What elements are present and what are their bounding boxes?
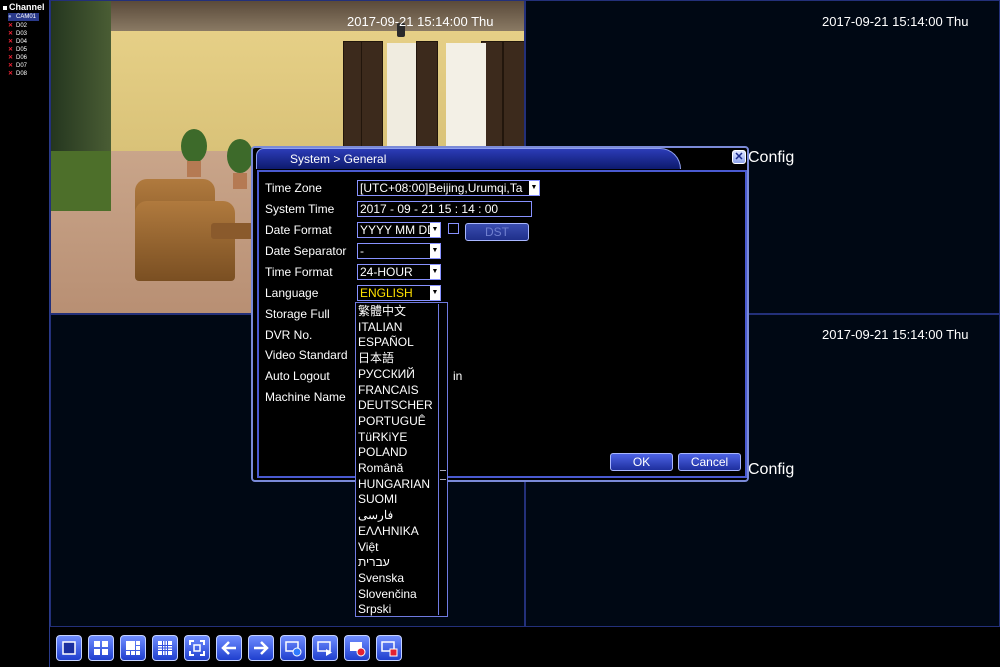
dst-checkbox[interactable] <box>448 223 459 234</box>
chevron-down-icon: ▼ <box>529 181 539 195</box>
pane-status-text: Config <box>748 149 795 166</box>
camera-online-icon: ● <box>8 14 12 20</box>
channel-item-d06[interactable]: ✕ D06 <box>8 54 27 62</box>
channel-square-icon <box>3 5 7 10</box>
channel-item-d05[interactable]: ✕ D05 <box>8 46 27 54</box>
channel-offline-icon: ✕ <box>8 63 14 69</box>
language-option[interactable]: ESPAÑOL <box>358 335 436 351</box>
quad-view-icon[interactable] <box>88 635 114 661</box>
language-option[interactable]: HUNGARIAN <box>358 477 436 493</box>
language-label: Language <box>265 286 319 300</box>
dialog-body: Time Zone [UTC+08:00]Beijing,Urumqi,Ta ▼… <box>257 170 747 478</box>
channel-item-d02[interactable]: ✕ D02 <box>8 22 27 30</box>
machine-name-label: Machine Name <box>265 390 346 404</box>
language-option[interactable]: РУССКИЙ <box>358 367 436 383</box>
channel-offline-icon: ✕ <box>8 23 14 29</box>
language-option[interactable]: ΕΛΛΗΝΙΚΑ <box>358 524 436 540</box>
language-option[interactable]: Srpski <box>358 602 436 618</box>
language-option[interactable]: עברית <box>358 555 436 571</box>
channel-panel-title: Channel <box>3 2 45 12</box>
dvr-no-label: DVR No. <box>265 328 313 342</box>
pane-status-text: Config <box>748 461 795 478</box>
video-standard-label: Video Standard <box>265 348 348 362</box>
bottom-toolbar <box>50 627 1000 667</box>
time-zone-label: Time Zone <box>265 181 322 195</box>
chevron-down-icon: ▼ <box>430 244 440 258</box>
channel-item-d03[interactable]: ✕ D03 <box>8 30 27 38</box>
system-time-field[interactable]: 2017 - 09 - 21 15 : 14 : 00 <box>357 201 532 217</box>
prev-arrow-icon[interactable] <box>216 635 242 661</box>
main-menu-icon[interactable] <box>56 635 82 661</box>
language-option[interactable]: فارسی <box>358 508 436 524</box>
date-separator-label: Date Separator <box>265 244 347 258</box>
fullscreen-icon[interactable] <box>184 635 210 661</box>
auto-logout-unit: in <box>453 369 463 383</box>
channel-offline-icon: ✕ <box>8 39 14 45</box>
time-format-label: Time Format <box>265 265 333 279</box>
channel-panel: Channel ● CAM01 ✕ D02 ✕ D03 ✕ D04 ✕ D05 ✕ D06 … <box>0 0 50 667</box>
chevron-down-icon: ▼ <box>430 286 440 300</box>
channel-item-d07[interactable]: ✕ D07 <box>8 62 27 70</box>
system-general-dialog: System > General ✕ Time Zone [UTC+08:00]… <box>251 146 749 482</box>
pane-timestamp: 2017-09-21 15:14:00 Thu <box>822 327 969 342</box>
language-option[interactable]: SUOMI <box>358 492 436 508</box>
language-option[interactable]: Việt <box>358 540 436 556</box>
next-arrow-icon[interactable] <box>248 635 274 661</box>
language-option[interactable]: ITALIAN <box>358 320 436 336</box>
date-format-label: Date Format <box>265 223 332 237</box>
time-format-select[interactable]: 24-HOUR ▼ <box>357 264 441 280</box>
storage-full-label: Storage Full <box>265 307 330 321</box>
pane-timestamp: 2017-09-21 15:14:00 Thu <box>347 14 494 29</box>
ok-button[interactable]: OK <box>610 453 673 471</box>
chevron-down-icon: ▼ <box>430 223 440 237</box>
language-option[interactable]: PORTUGUÊ <box>358 414 436 430</box>
close-icon[interactable]: ✕ <box>732 150 746 164</box>
chevron-down-icon: ▼ <box>430 265 440 279</box>
dialog-title-tab: System > General <box>256 148 681 169</box>
language-option[interactable]: FRANCAIS <box>358 383 436 399</box>
channel-offline-icon: ✕ <box>8 55 14 61</box>
channel-item-cam01[interactable]: ● CAM01 <box>8 13 40 21</box>
channel-item-d04[interactable]: ✕ D04 <box>8 38 27 46</box>
dst-button[interactable]: DST <box>465 223 529 241</box>
language-option[interactable]: 繁體中文 <box>358 304 436 320</box>
date-separator-select[interactable]: - ▼ <box>357 243 441 259</box>
record-icon[interactable] <box>280 635 306 661</box>
channel-item-d08[interactable]: ✕ D08 <box>8 70 27 78</box>
language-option[interactable]: Română <box>358 461 436 477</box>
language-option[interactable]: Svenska <box>358 571 436 587</box>
language-option[interactable]: POLAND <box>358 445 436 461</box>
video-playback-icon[interactable] <box>344 635 370 661</box>
channel-offline-icon: ✕ <box>8 47 14 53</box>
language-option[interactable]: DEUTSCHER <box>358 398 436 414</box>
language-dropdown-list: 繁體中文 ITALIAN ESPAÑOL 日本語 РУССКИЙ FRANCAI… <box>355 302 448 617</box>
nine-view-icon[interactable] <box>120 635 146 661</box>
scrollbar-thumb[interactable] <box>440 470 446 480</box>
channel-offline-icon: ✕ <box>8 31 14 37</box>
date-format-select[interactable]: YYYY MM DD ▼ <box>357 222 441 238</box>
language-option[interactable]: Slovenčina <box>358 587 436 603</box>
language-option[interactable]: TüRKiYE <box>358 430 436 446</box>
playback-icon[interactable] <box>312 635 338 661</box>
stop-record-icon[interactable] <box>376 635 402 661</box>
time-zone-select[interactable]: [UTC+08:00]Beijing,Urumqi,Ta ▼ <box>357 180 540 196</box>
channel-offline-icon: ✕ <box>8 71 14 77</box>
dialog-title: System > General <box>290 152 387 166</box>
pane-timestamp: 2017-09-21 15:14:00 Thu <box>822 14 969 29</box>
cancel-button[interactable]: Cancel <box>678 453 741 471</box>
language-select[interactable]: ENGLISH ▼ <box>357 285 441 301</box>
system-time-label: System Time <box>265 202 335 216</box>
language-list-scrollbar[interactable] <box>438 304 446 615</box>
language-option[interactable]: 日本語 <box>358 351 436 367</box>
sixteen-view-icon[interactable] <box>152 635 178 661</box>
auto-logout-label: Auto Logout <box>265 369 330 383</box>
